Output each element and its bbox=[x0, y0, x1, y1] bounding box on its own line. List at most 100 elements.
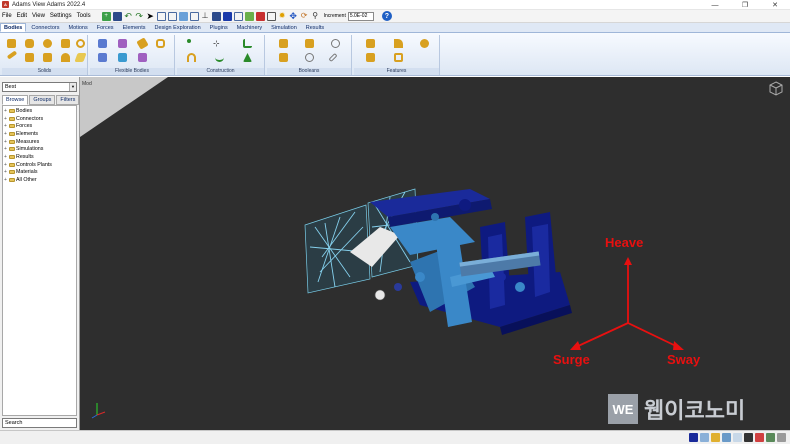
tab-filters[interactable]: Filters bbox=[56, 95, 80, 105]
zoom-box-icon[interactable] bbox=[156, 11, 166, 21]
status-settings-icon[interactable] bbox=[777, 433, 786, 442]
merge-icon[interactable] bbox=[305, 39, 314, 48]
tree-item-bodies[interactable]: + Bodies bbox=[3, 107, 76, 115]
tree-item-results[interactable]: + Results bbox=[3, 153, 76, 161]
model-viewport[interactable]: Mod Heave Surge Sway bbox=[80, 77, 790, 430]
flex-beam-icon[interactable] bbox=[136, 37, 149, 50]
view-cube-icon[interactable] bbox=[178, 11, 188, 21]
arc-icon[interactable] bbox=[187, 53, 196, 62]
status-pointer-icon[interactable] bbox=[744, 433, 753, 442]
tree-item-materials[interactable]: + Materials bbox=[3, 169, 76, 177]
chain-icon[interactable] bbox=[328, 52, 338, 63]
select-arrow-icon[interactable]: ➤ bbox=[146, 11, 155, 21]
expand-icon[interactable]: + bbox=[3, 177, 8, 183]
link-icon[interactable] bbox=[6, 50, 18, 60]
expand-icon[interactable]: + bbox=[3, 146, 8, 152]
flex-shape-icon[interactable] bbox=[156, 39, 165, 48]
plate-icon[interactable] bbox=[25, 53, 34, 62]
tab-results[interactable]: Results bbox=[302, 23, 328, 32]
window-icon[interactable] bbox=[266, 11, 276, 21]
sun-icon[interactable]: ✹ bbox=[278, 12, 287, 21]
menu-tools[interactable]: Tools bbox=[77, 13, 91, 19]
increment-field[interactable]: 5.0E-02 bbox=[347, 11, 374, 21]
status-image-icon[interactable] bbox=[700, 433, 709, 442]
tab-bodies[interactable]: Bodies bbox=[0, 23, 27, 32]
hollow-icon[interactable] bbox=[394, 53, 403, 62]
torus-icon[interactable] bbox=[76, 39, 85, 48]
extrusion-icon[interactable] bbox=[43, 53, 52, 62]
fillet-icon[interactable] bbox=[394, 39, 403, 48]
tab-groups[interactable]: Groups bbox=[29, 95, 56, 105]
search-input[interactable]: Search bbox=[2, 418, 77, 428]
expand-icon[interactable]: + bbox=[3, 154, 8, 160]
model-select[interactable]: Best ▼ bbox=[2, 82, 77, 92]
flex-swap-icon[interactable] bbox=[98, 53, 107, 62]
new-icon[interactable]: + bbox=[101, 11, 111, 21]
triad-icon[interactable]: ⊥ bbox=[201, 12, 210, 21]
tree-item-connectors[interactable]: + Connectors bbox=[3, 115, 76, 123]
expand-icon[interactable]: + bbox=[3, 139, 8, 145]
redo-icon[interactable]: ↷ bbox=[135, 11, 144, 21]
help-icon[interactable]: ? bbox=[381, 11, 392, 21]
tree-item-all-other[interactable]: + All Other bbox=[3, 176, 76, 184]
expand-icon[interactable]: + bbox=[3, 169, 8, 175]
chevron-down-icon[interactable]: ▼ bbox=[69, 83, 76, 91]
union-icon[interactable] bbox=[279, 39, 288, 48]
sphere-icon[interactable] bbox=[43, 39, 52, 48]
grid-icon[interactable] bbox=[244, 11, 254, 21]
revolution-icon[interactable] bbox=[61, 53, 70, 62]
flex-body-icon[interactable] bbox=[98, 39, 107, 48]
move-icon[interactable]: ✥ bbox=[289, 11, 298, 21]
tree-item-controls-plants[interactable]: + Controls Plants bbox=[3, 161, 76, 169]
status-cube-icon[interactable] bbox=[689, 433, 698, 442]
maximize-button[interactable]: ❐ bbox=[730, 0, 760, 10]
flex-import-icon[interactable] bbox=[118, 39, 127, 48]
tab-simulation[interactable]: Simulation bbox=[267, 23, 301, 32]
hole-icon[interactable] bbox=[420, 39, 429, 48]
cylinder-icon[interactable] bbox=[25, 39, 34, 48]
expand-icon[interactable]: + bbox=[3, 108, 8, 114]
status-table-icon[interactable] bbox=[722, 433, 731, 442]
boss-icon[interactable] bbox=[366, 53, 375, 62]
layout-icon[interactable] bbox=[255, 11, 265, 21]
tab-forces[interactable]: Forces bbox=[93, 23, 118, 32]
wireframe-icon[interactable] bbox=[211, 11, 221, 21]
chamfer-icon[interactable] bbox=[366, 39, 375, 48]
tree-item-measures[interactable]: + Measures bbox=[3, 138, 76, 146]
plane-icon[interactable] bbox=[74, 53, 87, 62]
expand-icon[interactable]: + bbox=[3, 131, 8, 137]
menu-view[interactable]: View bbox=[32, 13, 45, 19]
status-folder-icon[interactable] bbox=[711, 433, 720, 442]
minimize-button[interactable]: — bbox=[700, 0, 730, 10]
render-icon[interactable] bbox=[233, 11, 243, 21]
undo-icon[interactable]: ↶ bbox=[124, 11, 133, 21]
save-icon[interactable] bbox=[112, 11, 122, 21]
cut-icon[interactable] bbox=[279, 53, 288, 62]
menu-edit[interactable]: Edit bbox=[17, 13, 27, 19]
point-icon[interactable] bbox=[187, 39, 191, 43]
tab-plugins[interactable]: Plugins bbox=[206, 23, 232, 32]
marker-icon[interactable]: ⊹ bbox=[213, 39, 222, 48]
spline-icon[interactable] bbox=[215, 53, 224, 62]
polyline-icon[interactable] bbox=[243, 39, 252, 48]
intersect-icon[interactable] bbox=[331, 39, 340, 48]
expand-icon[interactable]: + bbox=[3, 123, 8, 129]
magnify-icon[interactable]: ⚲ bbox=[311, 12, 320, 21]
expand-icon[interactable]: + bbox=[3, 116, 8, 122]
flex-mesh-icon[interactable] bbox=[118, 53, 127, 62]
iso-view-icon[interactable] bbox=[189, 11, 199, 21]
zoom-fit-icon[interactable] bbox=[167, 11, 177, 21]
box-icon[interactable] bbox=[7, 39, 16, 48]
status-info-icon[interactable] bbox=[733, 433, 742, 442]
shaded-icon[interactable] bbox=[222, 11, 232, 21]
status-paint-icon[interactable] bbox=[755, 433, 764, 442]
tree-item-simulations[interactable]: + Simulations bbox=[3, 145, 76, 153]
tab-browse[interactable]: Browse bbox=[2, 95, 29, 105]
rotate-icon[interactable]: ⟳ bbox=[300, 12, 309, 21]
split-icon[interactable] bbox=[305, 53, 314, 62]
tab-motions[interactable]: Motions bbox=[64, 23, 91, 32]
tree-item-forces[interactable]: + Forces bbox=[3, 122, 76, 130]
tab-elements[interactable]: Elements bbox=[119, 23, 150, 32]
tab-machinery[interactable]: Machinery bbox=[233, 23, 266, 32]
frustum-icon[interactable] bbox=[61, 39, 70, 48]
